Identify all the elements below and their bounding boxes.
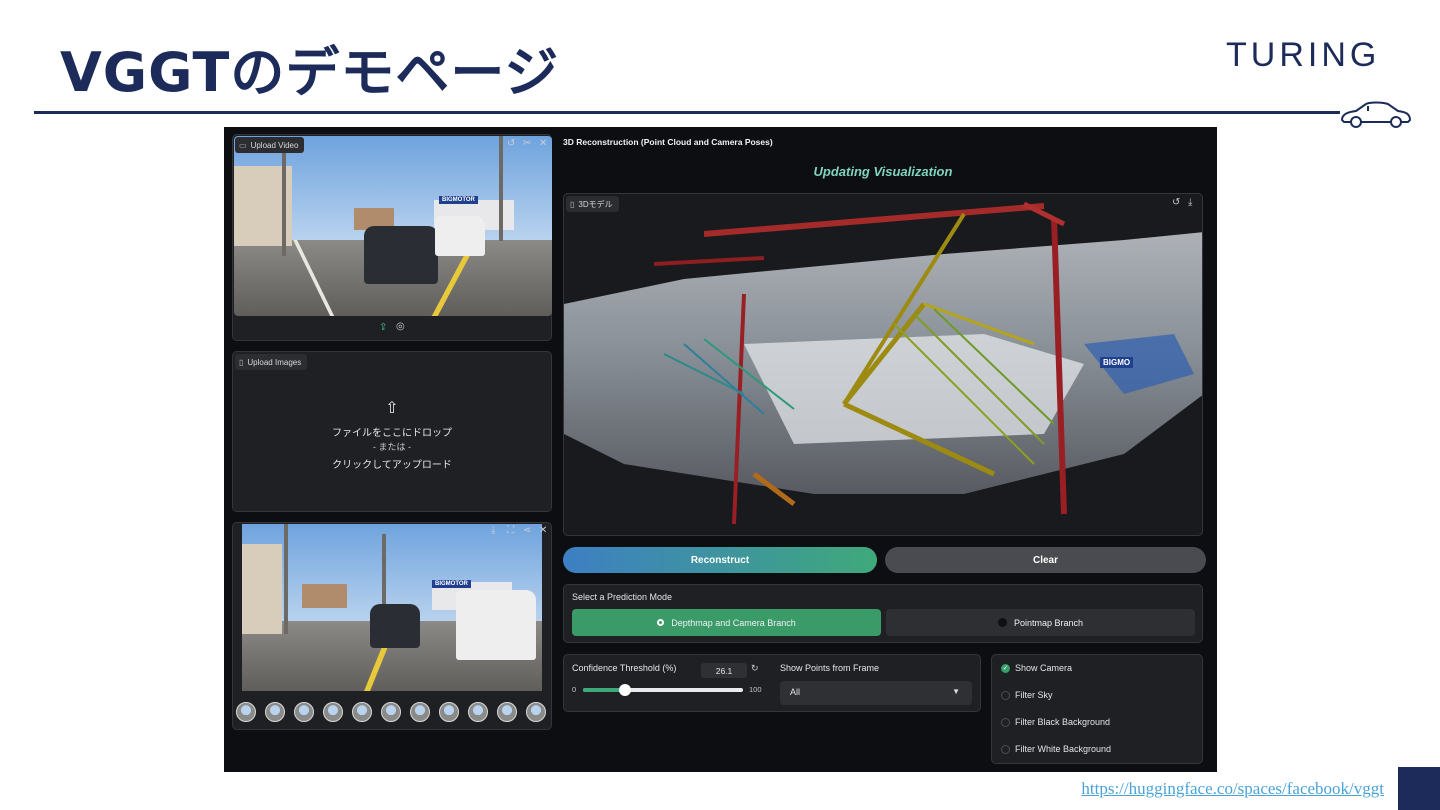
display-options-panel: ✓ Show Camera Filter Sky Filter Black Ba… (991, 654, 1203, 764)
confidence-value-box[interactable]: 26.1 (701, 663, 747, 678)
prediction-mode-label: Select a Prediction Mode (572, 592, 673, 602)
model-3d-tag: ▯ 3Dモデル (566, 196, 619, 212)
store-sign: BIGMOTOR (439, 196, 478, 204)
model-3d-label: 3Dモデル (578, 199, 613, 209)
share-icon[interactable]: ⋖ (523, 525, 531, 536)
reconstruction-heading: 3D Reconstruction (Point Cloud and Camer… (563, 137, 773, 147)
prediction-mode-panel: Select a Prediction Mode Depthmap and Ca… (563, 584, 1203, 643)
show-camera-checkbox[interactable]: ✓ Show Camera (1001, 663, 1072, 673)
clear-button[interactable]: Clear (885, 547, 1206, 573)
vggt-demo-app: BIGMOTOR ▭ Upload Video ↺ ✂ ✕ ⇪ ◎ ▯ Uplo… (224, 127, 1217, 772)
reset-icon[interactable]: ↻ (751, 663, 759, 674)
download-icon[interactable]: ⤓ (1188, 197, 1192, 208)
confidence-slider[interactable] (583, 684, 743, 696)
click-to-upload-text[interactable]: クリックしてアップロード (233, 456, 551, 471)
upload-video-panel[interactable]: BIGMOTOR ▭ Upload Video ↺ ✂ ✕ ⇪ ◎ (232, 134, 552, 341)
checkmark-icon: ✓ (1001, 663, 1010, 673)
thumbnail[interactable] (497, 702, 517, 722)
gallery-preview[interactable]: BIGMOTOR (242, 524, 542, 691)
thumbnail[interactable] (352, 702, 372, 722)
upload-images-label: Upload Images (247, 357, 302, 367)
upload-images-tag: ▯ Upload Images (235, 354, 308, 370)
header-divider (34, 111, 1340, 114)
thumbnail[interactable] (236, 702, 256, 722)
undo-icon[interactable]: ↺ (507, 138, 515, 149)
scene-store-sign: BIGMO (1100, 357, 1134, 368)
status-text: Updating Visualization (813, 164, 953, 179)
close-icon[interactable]: ✕ (539, 525, 547, 536)
mode-depthmap-label: Depthmap and Camera Branch (671, 617, 796, 628)
close-icon[interactable]: ✕ (539, 138, 547, 149)
checkbox-icon (1001, 744, 1010, 754)
video-icon: ▭ (239, 140, 247, 150)
radio-selected-icon (657, 619, 665, 626)
model-3d-viewer[interactable]: ▯ 3Dモデル ↺ ⤓ BIGMO (563, 193, 1203, 536)
radio-unselected-icon (997, 618, 1007, 627)
image-gallery-panel: BIGMOTOR ⤓ ⛶ ⋖ ✕ (232, 522, 552, 730)
thumbnail-strip (236, 702, 548, 724)
frame-filter-value: All (790, 687, 801, 697)
upload-video-tag: ▭ Upload Video (235, 137, 305, 153)
checkbox-icon (1001, 690, 1010, 700)
filter-sky-checkbox[interactable]: Filter Sky (1001, 690, 1053, 700)
filter-sky-label: Filter Sky (1015, 690, 1053, 700)
video-preview: BIGMOTOR (234, 136, 552, 316)
brand-logo: TURING (1226, 36, 1381, 74)
slider-min: 0 (572, 685, 577, 694)
slider-handle[interactable] (618, 684, 631, 696)
drop-text: ファイルをここにドロップ (332, 428, 452, 439)
car-outline-icon (1340, 101, 1412, 128)
source-link[interactable]: https://huggingface.co/spaces/facebook/v… (1081, 779, 1384, 799)
mode-pointmap-label: Pointmap Branch (1013, 617, 1084, 628)
slide-title: VGGTのデモページ (60, 41, 560, 104)
store-sign: BIGMOTOR (432, 580, 471, 588)
thumbnail[interactable] (410, 702, 430, 722)
mode-pointmap-button[interactable]: Pointmap Branch (886, 609, 1195, 636)
reconstruct-button[interactable]: Reconstruct (563, 547, 877, 573)
thumbnail[interactable] (439, 702, 459, 722)
frame-filter-label: Show Points from Frame (780, 663, 880, 673)
thumbnail[interactable] (468, 702, 488, 722)
corner-block (1398, 767, 1440, 810)
download-icon[interactable]: ⤓ (491, 525, 495, 536)
upload-images-panel[interactable]: ▯ Upload Images ⇧ ファイルをここにドロップ - または - ク… (232, 351, 552, 512)
thumbnail[interactable] (381, 702, 401, 722)
file-icon: ▯ (570, 199, 575, 209)
frame-filter-dropdown[interactable]: All ▼ (780, 681, 972, 705)
mode-depthmap-button[interactable]: Depthmap and Camera Branch (572, 609, 881, 636)
file-icon: ▯ (239, 357, 244, 367)
filter-black-background-checkbox[interactable]: Filter Black Background (1001, 717, 1110, 727)
confidence-label: Confidence Threshold (%) (572, 663, 677, 673)
webcam-icon[interactable]: ◎ (396, 321, 405, 332)
thumbnail[interactable] (323, 702, 343, 722)
fullscreen-icon[interactable]: ⛶ (507, 525, 514, 536)
scissors-icon[interactable]: ✂ (523, 138, 531, 149)
confidence-panel: Confidence Threshold (%) 26.1 ↻ 0 100 Sh… (563, 654, 981, 712)
or-text: - または - (373, 442, 411, 452)
reset-icon[interactable]: ↺ (1172, 197, 1180, 208)
thumbnail[interactable] (526, 702, 546, 722)
upload-video-label: Upload Video (250, 140, 299, 150)
chevron-down-icon: ▼ (952, 687, 960, 696)
thumbnail[interactable] (294, 702, 314, 722)
checkbox-icon (1001, 717, 1010, 727)
slider-max: 100 (749, 685, 762, 694)
show-camera-label: Show Camera (1015, 663, 1073, 673)
filter-black-background-label: Filter Black Background (1015, 717, 1111, 727)
upload-icon[interactable]: ⇪ (379, 322, 387, 333)
filter-white-background-checkbox[interactable]: Filter White Background (1001, 744, 1111, 754)
upload-icon[interactable]: ⇧ (233, 398, 551, 418)
filter-white-background-label: Filter White Background (1015, 744, 1112, 754)
thumbnail[interactable] (265, 702, 285, 722)
